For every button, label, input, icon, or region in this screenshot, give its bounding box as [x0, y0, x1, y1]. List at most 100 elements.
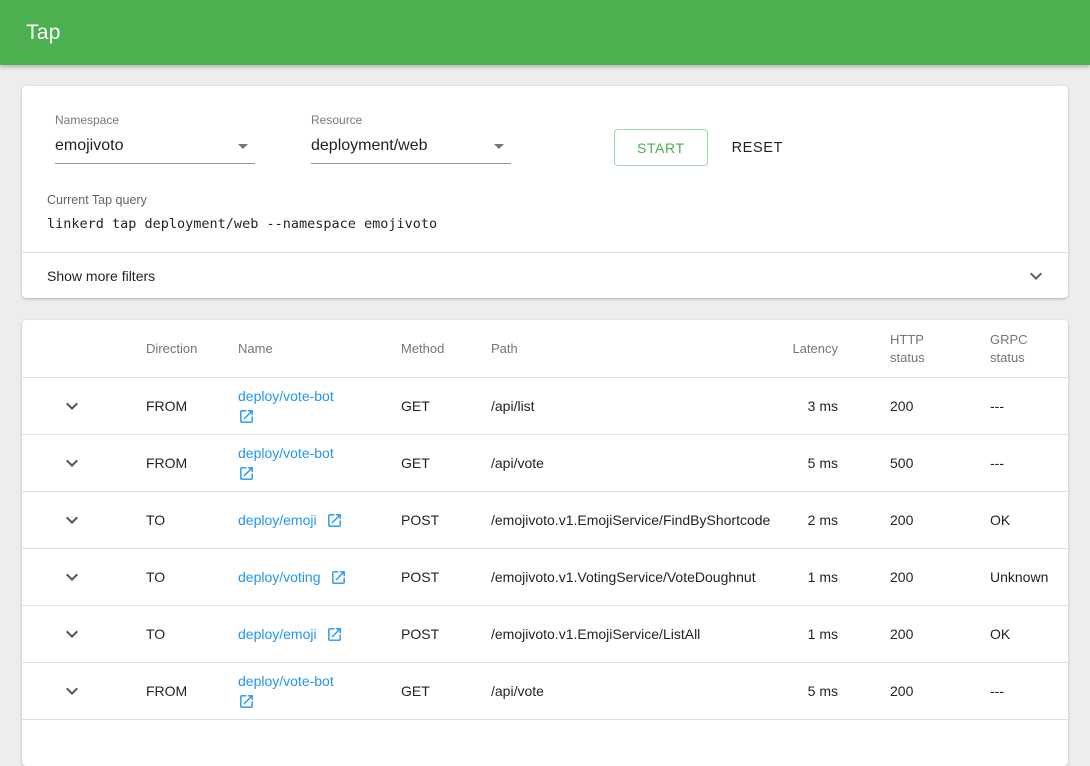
- open-in-new-icon[interactable]: [238, 693, 255, 710]
- resource-link[interactable]: deploy/vote-bot: [238, 673, 334, 689]
- method-cell: POST: [377, 569, 467, 585]
- query-label: Current Tap query: [47, 193, 1044, 207]
- resource-value: deployment/web: [311, 137, 428, 155]
- header-method: Method: [377, 341, 467, 356]
- reset-button[interactable]: RESET: [718, 129, 797, 166]
- http-status-cell: 500: [842, 455, 962, 471]
- name-cell: deploy/vote-bot: [214, 445, 377, 482]
- name-cell: deploy/emoji: [214, 626, 377, 643]
- resource-select[interactable]: deployment/web: [311, 134, 511, 164]
- grpc-status-cell: OK: [962, 626, 1068, 642]
- path-cell: /api/vote: [467, 683, 752, 699]
- grpc-status-cell: ---: [962, 683, 1068, 699]
- expand-row-button[interactable]: [60, 394, 84, 418]
- table-row: FROM deploy/vote-bot GET /api/vote 5 ms …: [22, 435, 1068, 492]
- namespace-label: Namespace: [55, 113, 255, 127]
- expand-row-button[interactable]: [60, 565, 84, 589]
- table-row: TO deploy/emoji POST /emojivoto.v1.Emoji…: [22, 606, 1068, 663]
- show-more-filters-toggle[interactable]: Show more filters: [22, 252, 1068, 298]
- app-bar: Tap: [0, 0, 1090, 65]
- show-more-filters-label: Show more filters: [47, 268, 155, 284]
- http-status-cell: 200: [842, 569, 962, 585]
- method-cell: GET: [377, 683, 467, 699]
- resource-link[interactable]: deploy/emoji: [238, 626, 317, 642]
- latency-cell: 2 ms: [752, 512, 842, 528]
- selects-row: Namespace emojivoto Resource deployment/…: [55, 113, 1044, 166]
- table-row: FROM deploy/vote-bot GET /api/vote 5 ms …: [22, 663, 1068, 720]
- direction-cell: TO: [122, 626, 214, 642]
- path-cell: /api/list: [467, 398, 752, 414]
- name-cell: deploy/voting: [214, 569, 377, 586]
- resource-link[interactable]: deploy/voting: [238, 569, 321, 585]
- http-status-cell: 200: [842, 626, 962, 642]
- method-cell: GET: [377, 455, 467, 471]
- tap-filters-card: Namespace emojivoto Resource deployment/…: [22, 86, 1068, 298]
- direction-cell: TO: [122, 512, 214, 528]
- namespace-select[interactable]: emojivoto: [55, 134, 255, 164]
- filters-body: Namespace emojivoto Resource deployment/…: [22, 86, 1068, 252]
- resource-select-group: Resource deployment/web: [311, 113, 511, 164]
- header-name: Name: [214, 341, 377, 356]
- table-row: FROM deploy/vote-bot GET /api/list 3 ms …: [22, 378, 1068, 435]
- open-in-new-icon[interactable]: [326, 626, 343, 643]
- page-title: Tap: [26, 21, 61, 45]
- latency-cell: 5 ms: [752, 683, 842, 699]
- method-cell: GET: [377, 398, 467, 414]
- query-command: linkerd tap deployment/web --namespace e…: [47, 216, 1044, 232]
- header-direction: Direction: [122, 341, 214, 356]
- tap-results-table: Direction Name Method Path Latency HTTP …: [22, 320, 1068, 766]
- name-cell: deploy/vote-bot: [214, 388, 377, 425]
- http-status-cell: 200: [842, 683, 962, 699]
- expand-row-button[interactable]: [60, 451, 84, 475]
- latency-cell: 1 ms: [752, 626, 842, 642]
- expand-row-button[interactable]: [60, 622, 84, 646]
- http-status-cell: 200: [842, 512, 962, 528]
- chevron-down-icon[interactable]: [1024, 264, 1048, 288]
- method-cell: POST: [377, 626, 467, 642]
- grpc-status-cell: ---: [962, 398, 1068, 414]
- start-button[interactable]: START: [614, 129, 708, 166]
- open-in-new-icon[interactable]: [330, 569, 347, 586]
- grpc-status-cell: Unknown: [962, 569, 1068, 585]
- resource-link[interactable]: deploy/vote-bot: [238, 445, 334, 461]
- latency-cell: 1 ms: [752, 569, 842, 585]
- header-latency: Latency: [752, 341, 842, 356]
- method-cell: POST: [377, 512, 467, 528]
- http-status-cell: 200: [842, 398, 962, 414]
- resource-link[interactable]: deploy/emoji: [238, 512, 317, 528]
- dropdown-arrow-icon: [231, 134, 255, 158]
- latency-cell: 5 ms: [752, 455, 842, 471]
- header-grpc-status: GRPC status: [962, 331, 1068, 366]
- direction-cell: FROM: [122, 683, 214, 699]
- buttons-row: START RESET: [614, 129, 797, 166]
- path-cell: /emojivoto.v1.VotingService/VoteDoughnut: [467, 569, 752, 585]
- dropdown-arrow-icon: [487, 134, 511, 158]
- grpc-status-cell: OK: [962, 512, 1068, 528]
- open-in-new-icon[interactable]: [238, 465, 255, 482]
- expand-row-button[interactable]: [60, 679, 84, 703]
- resource-link[interactable]: deploy/vote-bot: [238, 388, 334, 404]
- header-http-status: HTTP status: [842, 331, 962, 366]
- table-header-row: Direction Name Method Path Latency HTTP …: [22, 320, 1068, 378]
- resource-label: Resource: [311, 113, 511, 127]
- table-row: TO deploy/emoji POST /emojivoto.v1.Emoji…: [22, 492, 1068, 549]
- direction-cell: TO: [122, 569, 214, 585]
- path-cell: /emojivoto.v1.EmojiService/ListAll: [467, 626, 752, 642]
- page-content: Namespace emojivoto Resource deployment/…: [0, 65, 1090, 766]
- direction-cell: FROM: [122, 455, 214, 471]
- direction-cell: FROM: [122, 398, 214, 414]
- table-row: TO deploy/voting POST /emojivoto.v1.Voti…: [22, 549, 1068, 606]
- path-cell: /emojivoto.v1.EmojiService/FindByShortco…: [467, 512, 752, 528]
- name-cell: deploy/emoji: [214, 512, 377, 529]
- open-in-new-icon[interactable]: [238, 408, 255, 425]
- name-cell: deploy/vote-bot: [214, 673, 377, 710]
- namespace-value: emojivoto: [55, 137, 123, 155]
- latency-cell: 3 ms: [752, 398, 842, 414]
- open-in-new-icon[interactable]: [326, 512, 343, 529]
- grpc-status-cell: ---: [962, 455, 1068, 471]
- path-cell: /api/vote: [467, 455, 752, 471]
- current-tap-query: Current Tap query linkerd tap deployment…: [47, 193, 1044, 232]
- header-path: Path: [467, 341, 752, 356]
- namespace-select-group: Namespace emojivoto: [55, 113, 255, 164]
- expand-row-button[interactable]: [60, 508, 84, 532]
